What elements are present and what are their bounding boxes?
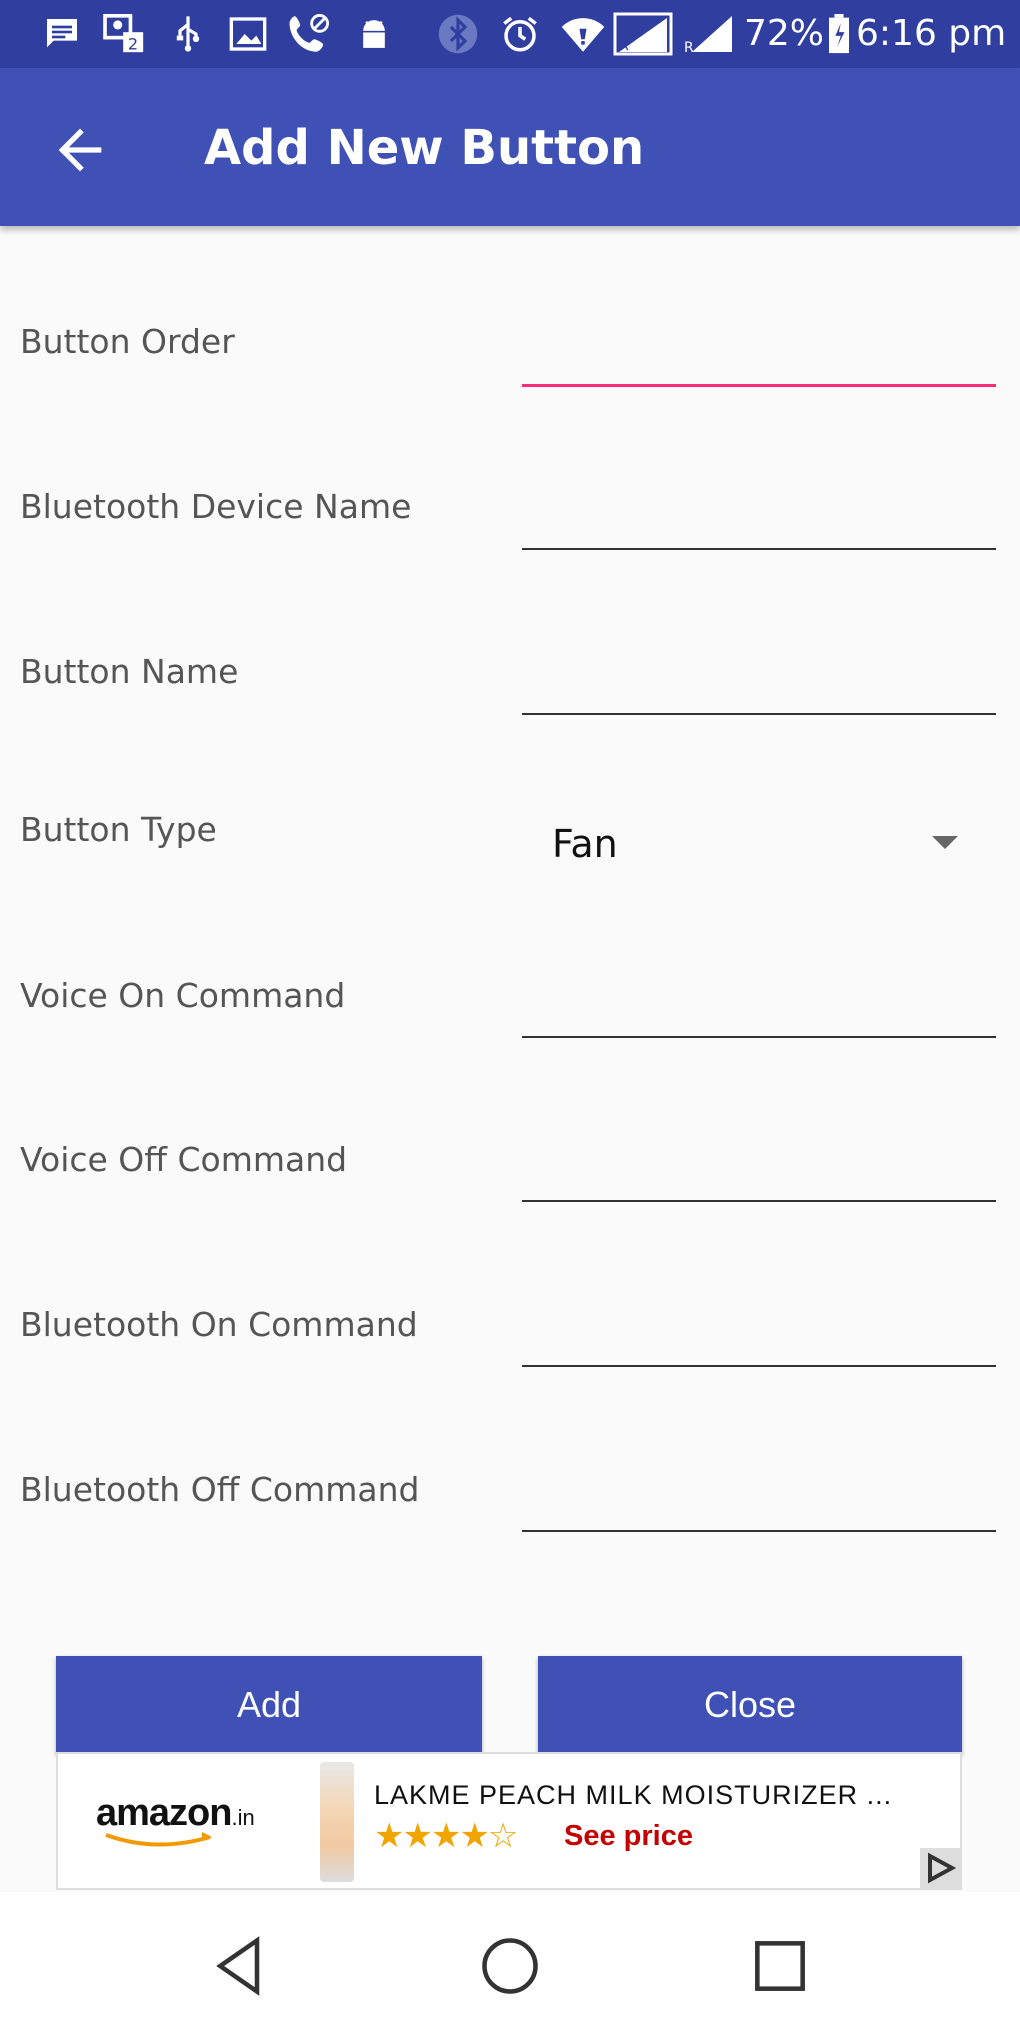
product-image bbox=[320, 1762, 354, 1882]
button-type-value: Fan bbox=[552, 822, 618, 866]
dropdown-arrow-icon bbox=[932, 836, 958, 849]
bluetooth-on-command-label: Bluetooth On Command bbox=[20, 1305, 418, 1344]
message-icon bbox=[40, 14, 84, 54]
ad-banner[interactable]: amazon.in LAKME PEACH MILK MOISTURIZER .… bbox=[56, 1752, 962, 1890]
usb-icon bbox=[168, 14, 208, 54]
ad-product-title: LAKME PEACH MILK MOISTURIZER ... bbox=[374, 1780, 893, 1810]
svg-text:2: 2 bbox=[128, 34, 138, 53]
see-price-link[interactable]: See price bbox=[564, 1820, 693, 1853]
bluetooth-device-name-label: Bluetooth Device Name bbox=[20, 487, 412, 526]
add-button[interactable]: Add bbox=[56, 1656, 482, 1754]
android-icon bbox=[354, 14, 394, 54]
bluetooth-off-command-input[interactable] bbox=[522, 1482, 996, 1532]
status-bar: 2 R R 72% 6:16 pm bbox=[0, 0, 1020, 68]
amazon-brand: amazon bbox=[96, 1792, 232, 1834]
image-icon bbox=[226, 14, 270, 54]
sim-icon: 2 bbox=[102, 14, 148, 54]
wifi-icon bbox=[558, 14, 608, 54]
home-circle-icon[interactable] bbox=[476, 1932, 544, 2000]
back-triangle-icon[interactable] bbox=[206, 1932, 274, 2000]
svg-text:R: R bbox=[684, 40, 694, 54]
amazon-logo: amazon.in bbox=[96, 1792, 255, 1847]
button-order-label: Button Order bbox=[20, 322, 235, 361]
svg-text:R: R bbox=[619, 38, 629, 54]
voice-off-command-label: Voice Off Command bbox=[20, 1140, 348, 1179]
recents-square-icon[interactable] bbox=[746, 1932, 814, 2000]
voice-on-command-input[interactable] bbox=[522, 988, 996, 1038]
button-order-input[interactable] bbox=[522, 336, 996, 387]
arrow-back-icon[interactable] bbox=[48, 118, 112, 182]
close-button[interactable]: Close bbox=[538, 1656, 962, 1754]
signal-icon: R bbox=[612, 12, 674, 56]
alarm-icon bbox=[498, 14, 542, 54]
navigation-bar bbox=[0, 1892, 1020, 2040]
rating-stars: ★★★★☆ bbox=[374, 1816, 518, 1856]
page-title: Add New Button bbox=[204, 120, 645, 176]
battery-percentage: 72% bbox=[744, 13, 825, 54]
bluetooth-off-command-label: Bluetooth Off Command bbox=[20, 1470, 420, 1509]
call-icon bbox=[284, 14, 334, 54]
amazon-suffix: .in bbox=[231, 1805, 255, 1830]
voice-on-command-label: Voice On Command bbox=[20, 976, 346, 1015]
button-name-input[interactable] bbox=[522, 665, 996, 715]
battery-icon bbox=[826, 14, 852, 54]
signal-icon: R bbox=[682, 14, 738, 54]
status-time: 6:16 pm bbox=[856, 13, 1007, 54]
bluetooth-icon bbox=[436, 14, 480, 54]
bluetooth-on-command-input[interactable] bbox=[522, 1317, 996, 1367]
bluetooth-device-name-input[interactable] bbox=[522, 500, 996, 550]
app-bar: Add New Button bbox=[0, 68, 1020, 226]
button-type-label: Button Type bbox=[20, 810, 217, 849]
adchoices-icon[interactable] bbox=[920, 1848, 960, 1888]
button-name-label: Button Name bbox=[20, 652, 239, 691]
button-type-spinner[interactable]: Fan bbox=[522, 810, 996, 880]
amazon-smile-icon bbox=[105, 1832, 212, 1847]
voice-off-command-input[interactable] bbox=[522, 1152, 996, 1202]
